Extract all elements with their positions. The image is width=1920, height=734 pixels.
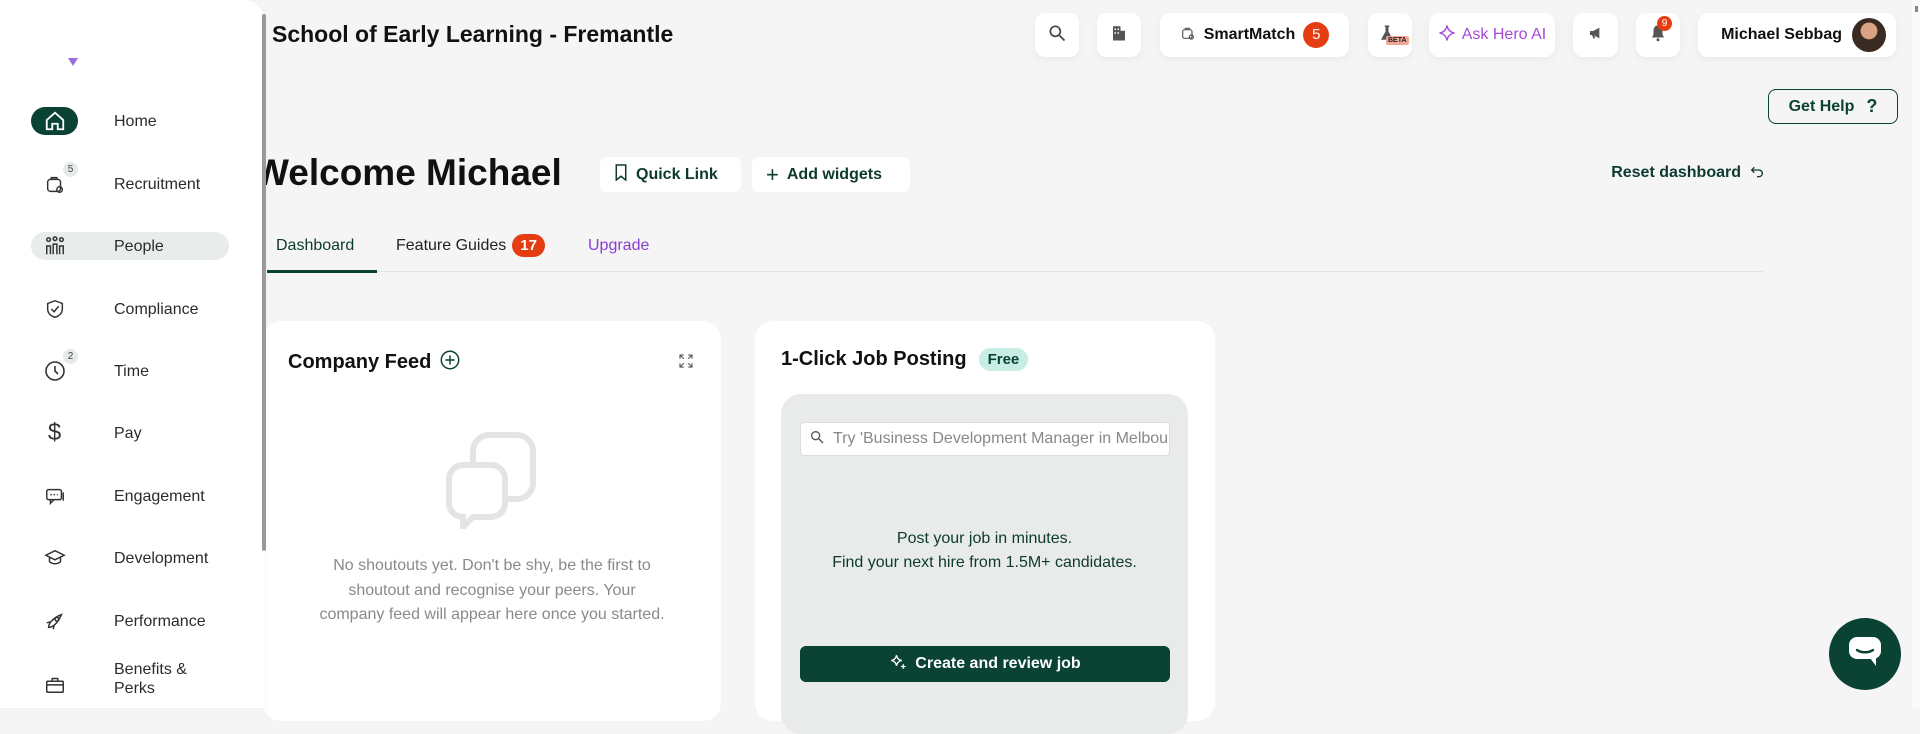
undo-icon xyxy=(1749,164,1765,185)
quick-link-button[interactable]: Quick Link xyxy=(600,157,741,192)
reset-dashboard-label: Reset dashboard xyxy=(1611,164,1741,181)
get-help-button[interactable]: Get Help ? xyxy=(1768,89,1898,124)
free-badge: Free xyxy=(978,348,1029,371)
chat-icon xyxy=(1848,636,1882,673)
feature-guides-badge: 17 xyxy=(512,234,545,257)
sparkle-icon xyxy=(1438,24,1456,47)
sidebar-item-performance[interactable]: Performance xyxy=(31,607,229,635)
clock-icon: 2 xyxy=(31,349,78,385)
people-icon xyxy=(31,232,78,260)
search-button[interactable] xyxy=(1035,13,1079,57)
sidebar-item-pay[interactable]: $ Pay xyxy=(31,419,229,447)
sidebar-item-label: Benefits & Perks xyxy=(114,661,187,697)
tab-label: Feature Guides xyxy=(396,236,507,254)
ask-hero-ai-label: Ask Hero AI xyxy=(1461,26,1547,43)
sparkle-icon xyxy=(889,653,907,676)
expand-icon[interactable] xyxy=(677,352,695,375)
flask-icon: BETA xyxy=(1378,22,1409,48)
sidebar-item-development[interactable]: Development xyxy=(31,544,229,572)
card-title: Company Feed xyxy=(288,351,432,373)
page-scrollbar[interactable] xyxy=(1912,0,1920,708)
user-menu-button[interactable]: Michael Sebbag xyxy=(1698,13,1896,57)
briefcase-search-icon: 5 xyxy=(31,162,78,198)
add-widgets-button[interactable]: + Add widgets xyxy=(752,157,910,192)
active-tab-indicator xyxy=(267,270,377,273)
sidebar-item-label: Time xyxy=(114,362,149,380)
organisation-button[interactable] xyxy=(1097,13,1141,57)
dollar-icon: $ xyxy=(47,419,62,446)
company-feed-card: Company Feed No shoutouts yet. Don't be … xyxy=(263,321,721,721)
smartmatch-button[interactable]: SmartMatch 5 xyxy=(1160,13,1349,57)
feed-empty-text: No shoutouts yet. Don't be shy, be the f… xyxy=(319,557,665,623)
recruitment-count-badge: 5 xyxy=(63,162,78,177)
sidebar-scrollbar[interactable] xyxy=(262,14,266,551)
bookmark-icon xyxy=(614,163,628,186)
sidebar-item-label: Compliance xyxy=(114,300,199,318)
sidebar-item-benefits[interactable]: Benefits & Perks xyxy=(31,661,229,698)
notifications-button[interactable]: 9 xyxy=(1636,13,1680,57)
rocket-icon xyxy=(31,607,78,635)
sidebar-item-label: Development xyxy=(114,549,209,567)
sidebar-item-recruitment[interactable]: 5 Recruitment xyxy=(31,162,229,198)
gift-icon xyxy=(31,670,78,698)
job-title-input[interactable]: Try 'Business Development Manager in Mel… xyxy=(800,422,1170,456)
org-switcher-caret-icon[interactable] xyxy=(68,58,78,66)
smartmatch-label: SmartMatch xyxy=(1203,26,1296,43)
smartmatch-count-badge: 5 xyxy=(1303,22,1330,48)
sidebar-item-label: People xyxy=(114,237,164,255)
sidebar-item-label: Pay xyxy=(114,424,142,442)
card-title: 1-Click Job Posting xyxy=(781,348,967,370)
megaphone-icon xyxy=(1587,25,1605,46)
sidebar: Home 5 Recruitment People Compliance 2 T… xyxy=(0,0,266,708)
sidebar-item-compliance[interactable]: Compliance xyxy=(31,295,229,323)
chat-icon xyxy=(31,482,78,510)
add-post-icon[interactable] xyxy=(439,349,461,376)
sidebar-item-people[interactable]: People xyxy=(31,232,229,260)
sidebar-item-engagement[interactable]: Engagement xyxy=(31,482,229,510)
time-count-badge: 2 xyxy=(63,349,78,364)
sidebar-item-home[interactable]: Home xyxy=(31,107,229,135)
search-icon xyxy=(809,429,825,450)
sidebar-item-time[interactable]: 2 Time xyxy=(31,349,229,385)
sidebar-item-label: Performance xyxy=(114,612,206,630)
building-icon xyxy=(1110,23,1128,48)
job-posting-panel: Try 'Business Development Manager in Mel… xyxy=(781,394,1188,734)
org-title: School of Early Learning - Fremantle xyxy=(272,21,674,47)
notification-count-badge: 9 xyxy=(1657,15,1672,31)
job-posting-line-2: Find your next hire from 1.5M+ candidate… xyxy=(832,554,1137,571)
job-posting-card: 1-Click Job Posting Free Try 'Business D… xyxy=(755,321,1215,734)
shield-check-icon xyxy=(31,295,78,323)
labs-beta-button[interactable]: BETA xyxy=(1368,13,1412,57)
create-review-job-button[interactable]: Create and review job xyxy=(800,646,1170,682)
support-chat-button[interactable] xyxy=(1829,618,1901,690)
reset-dashboard-button[interactable]: Reset dashboard xyxy=(1600,164,1765,185)
ask-hero-ai-button[interactable]: Ask Hero AI xyxy=(1429,13,1555,57)
quick-link-label: Quick Link xyxy=(636,165,718,183)
search-icon xyxy=(1047,23,1067,48)
graduation-cap-icon xyxy=(31,544,78,572)
briefcase-search-icon xyxy=(1180,25,1196,46)
sidebar-item-label: Home xyxy=(114,112,157,130)
bell-icon: 9 xyxy=(1649,15,1672,48)
sidebar-item-label: Engagement xyxy=(114,487,205,505)
chat-bubbles-icon xyxy=(445,429,541,535)
tab-upgrade[interactable]: Upgrade xyxy=(588,237,649,255)
home-icon xyxy=(31,107,78,135)
announcements-button[interactable] xyxy=(1573,13,1618,57)
add-widgets-label: Add widgets xyxy=(786,165,882,183)
sidebar-item-label: Recruitment xyxy=(114,175,201,193)
tab-feature-guides[interactable]: Feature Guides 17 xyxy=(396,234,545,257)
tabs-divider xyxy=(267,271,1763,272)
page-title: Welcome Michael xyxy=(254,152,562,193)
job-title-placeholder: Try 'Business Development Manager in Mel… xyxy=(833,430,1170,447)
user-name: Michael Sebbag xyxy=(1721,26,1842,43)
avatar xyxy=(1852,18,1886,52)
job-posting-line-1: Post your job in minutes. xyxy=(896,530,1073,547)
plus-icon: + xyxy=(766,161,779,187)
tab-dashboard[interactable]: Dashboard xyxy=(276,237,354,255)
create-review-job-label: Create and review job xyxy=(915,655,1081,672)
get-help-label: Get Help xyxy=(1788,97,1855,115)
help-icon: ? xyxy=(1866,96,1878,116)
beta-badge: BETA xyxy=(1386,36,1409,45)
